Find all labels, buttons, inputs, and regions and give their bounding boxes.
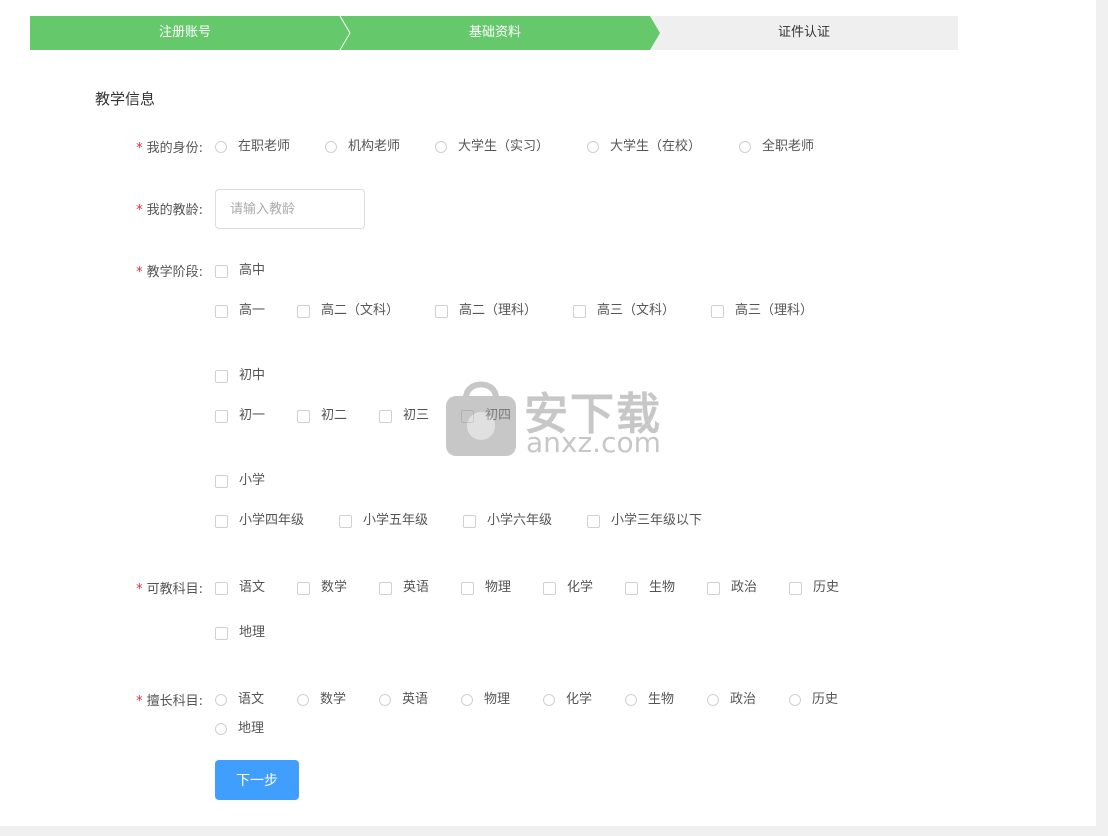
checkbox-icon[interactable] xyxy=(461,409,474,423)
checkbox-icon[interactable] xyxy=(625,581,638,595)
grade-option[interactable]: 初一 xyxy=(215,406,265,426)
step-basic-info: 基础资料 xyxy=(468,25,521,40)
checkbox-icon[interactable] xyxy=(543,581,556,595)
grade-option[interactable]: 小学四年级 xyxy=(215,511,304,531)
radio-icon[interactable] xyxy=(461,694,473,706)
specialty-option[interactable]: 化学 xyxy=(543,690,592,710)
checkbox-icon[interactable] xyxy=(215,474,228,488)
specialty-option[interactable]: 物理 xyxy=(461,690,510,710)
checkbox-icon[interactable] xyxy=(297,409,310,423)
grade-option[interactable]: 高二（理科） xyxy=(435,301,537,321)
radio-icon[interactable] xyxy=(215,723,227,735)
teaching-age-label: * 我的教龄: xyxy=(136,203,203,218)
grade-option[interactable]: 小学五年级 xyxy=(339,511,428,531)
teachable-subjects-label: * 可教科目: xyxy=(136,582,203,597)
grade-option[interactable]: 高三（理科） xyxy=(711,301,813,321)
subject-option[interactable]: 化学 xyxy=(543,578,593,598)
specialty-option[interactable]: 英语 xyxy=(379,690,428,710)
checkbox-icon[interactable] xyxy=(215,304,228,318)
checkbox-icon[interactable] xyxy=(215,581,228,595)
identity-option-in-service-teacher[interactable]: 在职老师 xyxy=(215,137,290,157)
step-certificate-auth: 证件认证 xyxy=(777,25,830,40)
subject-option[interactable]: 数学 xyxy=(297,578,347,598)
specialty-option[interactable]: 地理 xyxy=(215,719,264,739)
subject-option[interactable]: 物理 xyxy=(461,578,511,598)
specialty-option[interactable]: 政治 xyxy=(707,690,756,710)
specialty-option[interactable]: 生物 xyxy=(625,690,674,710)
identity-option-student-intern[interactable]: 大学生（实习） xyxy=(435,137,549,157)
step-register-account: 注册账号 xyxy=(158,25,211,40)
checkbox-icon[interactable] xyxy=(573,304,586,318)
radio-icon[interactable] xyxy=(789,694,801,706)
radio-icon[interactable] xyxy=(587,141,599,153)
subject-option[interactable]: 地理 xyxy=(215,623,265,643)
specialty-option[interactable]: 历史 xyxy=(789,690,838,710)
grade-option[interactable]: 高二（文科） xyxy=(297,301,399,321)
checkbox-icon[interactable] xyxy=(215,514,228,528)
watermark-text-cn: 安下载 xyxy=(524,389,662,440)
subject-option[interactable]: 语文 xyxy=(215,578,265,598)
checkbox-icon[interactable] xyxy=(215,626,228,640)
required-mark: * xyxy=(136,265,143,280)
checkbox-icon[interactable] xyxy=(435,304,448,318)
grade-option[interactable]: 初四 xyxy=(461,406,511,426)
checkbox-icon[interactable] xyxy=(339,514,352,528)
radio-icon[interactable] xyxy=(379,694,391,706)
checkbox-icon[interactable] xyxy=(297,581,310,595)
checkbox-icon[interactable] xyxy=(789,581,802,595)
checkbox-icon[interactable] xyxy=(379,581,392,595)
checkbox-icon[interactable] xyxy=(587,514,600,528)
subject-option[interactable]: 政治 xyxy=(707,578,757,598)
stage-high-school[interactable]: 高中 xyxy=(215,261,265,281)
subject-option[interactable]: 生物 xyxy=(625,578,675,598)
checkbox-icon[interactable] xyxy=(461,581,474,595)
specialty-option[interactable]: 语文 xyxy=(215,690,264,710)
radio-icon[interactable] xyxy=(325,141,337,153)
checkbox-icon[interactable] xyxy=(711,304,724,318)
grade-option[interactable]: 高一 xyxy=(215,301,265,321)
next-step-button[interactable]: 下一步 xyxy=(215,760,299,800)
teaching-age-input[interactable] xyxy=(215,189,365,229)
subject-option[interactable]: 英语 xyxy=(379,578,429,598)
identity-option-institution-teacher[interactable]: 机构老师 xyxy=(325,137,400,157)
identity-label: * 我的身份: xyxy=(136,141,203,156)
checkbox-icon[interactable] xyxy=(707,581,720,595)
required-mark: * xyxy=(136,203,143,218)
checkbox-icon[interactable] xyxy=(463,514,476,528)
radio-icon[interactable] xyxy=(739,141,751,153)
step-progress-bar: 注册账号 基础资料 证件认证 xyxy=(30,16,958,50)
grade-option[interactable]: 小学六年级 xyxy=(463,511,552,531)
watermark-text-en: anxz.com xyxy=(526,426,661,459)
identity-option-fulltime-teacher[interactable]: 全职老师 xyxy=(739,137,814,157)
grade-option[interactable]: 小学三年级以下 xyxy=(587,511,702,531)
required-mark: * xyxy=(136,694,143,709)
required-mark: * xyxy=(136,582,143,597)
checkbox-icon[interactable] xyxy=(379,409,392,423)
radio-icon[interactable] xyxy=(625,694,637,706)
radio-icon[interactable] xyxy=(707,694,719,706)
teaching-stage-label: * 教学阶段: xyxy=(136,265,203,280)
grade-option[interactable]: 初二 xyxy=(297,406,347,426)
section-title: 教学信息 xyxy=(95,90,156,108)
identity-option-student-enrolled[interactable]: 大学生（在校） xyxy=(587,137,701,157)
grade-option[interactable]: 高三（文科） xyxy=(573,301,675,321)
radio-icon[interactable] xyxy=(215,694,227,706)
specialty-option[interactable]: 数学 xyxy=(297,690,346,710)
radio-icon[interactable] xyxy=(297,694,309,706)
radio-icon[interactable] xyxy=(435,141,447,153)
specialty-subject-label: * 擅长科目: xyxy=(136,694,203,709)
checkbox-icon[interactable] xyxy=(215,369,228,383)
page: 注册账号 基础资料 证件认证 教学信息 * 我的身份: 在职老师 机构老师 大学生… xyxy=(0,0,1096,826)
checkbox-icon[interactable] xyxy=(215,409,228,423)
stage-primary-school[interactable]: 小学 xyxy=(215,471,265,491)
radio-icon[interactable] xyxy=(215,141,227,153)
subject-option[interactable]: 历史 xyxy=(789,578,839,598)
required-mark: * xyxy=(136,141,143,156)
checkbox-icon[interactable] xyxy=(215,264,228,278)
checkbox-icon[interactable] xyxy=(297,304,310,318)
radio-icon[interactable] xyxy=(543,694,555,706)
grade-option[interactable]: 初三 xyxy=(379,406,429,426)
stage-middle-school[interactable]: 初中 xyxy=(215,366,265,386)
